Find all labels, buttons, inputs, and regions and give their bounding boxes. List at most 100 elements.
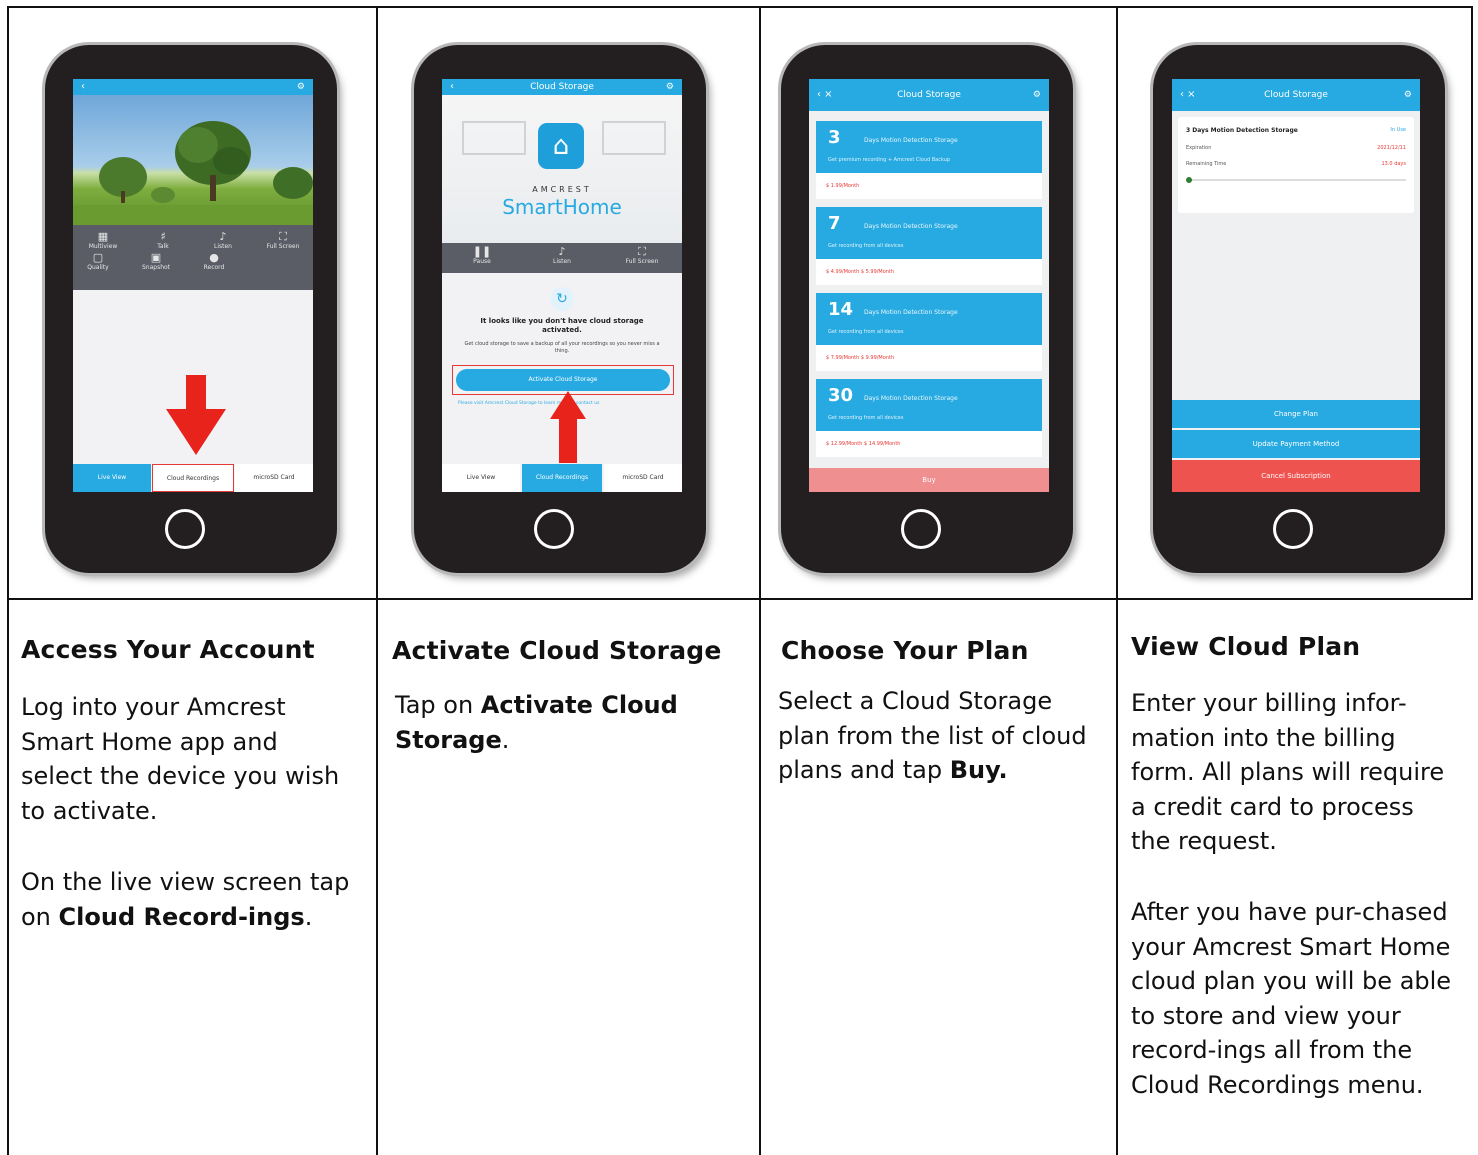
phone-screen-4: ‹ × Cloud Storage ⚙ 3 Days Motion Detect… [1172,79,1420,492]
plan-header: 3 Days Motion Detection Storage Get prem… [816,121,1042,173]
phone-screen-1: ‹ ⚙ ▦ Multiview ♯ Talk ♪ Listen ⛶ Full S… [73,79,313,492]
step-4-paragraph-2: After you have pur-chased your Amcrest S… [1131,898,1452,1099]
tab-microsd-card[interactable]: microSD Card [604,464,682,492]
change-plan-button[interactable]: Change Plan [1172,400,1420,428]
record-button[interactable]: ● Record [189,251,239,272]
phone-mockup-2: ‹ Cloud Storage ⚙ ⌂ AMCREST SmartHome ❚❚… [414,45,706,573]
column-divider [759,6,761,1155]
app-top-bar: ‹ × Cloud Storage ⚙ [1172,79,1420,111]
no-cloud-subtext: Get cloud storage to save a backup of al… [464,341,660,354]
row-divider [7,598,1473,600]
plan-card-30-days[interactable]: 30 Days Motion Detection Storage Get rec… [816,379,1042,457]
step-1-heading: Access Your Account [21,635,315,664]
brand-name: AMCREST [532,185,592,194]
active-plan-card: 3 Days Motion Detection Storage In Use E… [1178,117,1414,213]
update-payment-method-button[interactable]: Update Payment Method [1172,430,1420,458]
step-2-paragraph: Tap on Activate Cloud Storage. [395,691,678,754]
screen-title: Cloud Storage [897,90,961,100]
amcrest-app-logo-icon: ⌂ [538,123,584,169]
remaining-label: Remaining Time [1186,161,1227,167]
plan-card-14-days[interactable]: 14 Days Motion Detection Storage Get rec… [816,293,1042,371]
back-icon[interactable]: ‹ × [817,79,833,111]
fullscreen-icon: ⛶ [279,230,287,243]
phone-home-button [165,509,205,549]
listen-button[interactable]: ♪ Listen [537,245,587,266]
plan-price: $ 12.99/Month $ 14.99/Month [816,431,1042,457]
plan-card-7-days[interactable]: 7 Days Motion Detection Storage Get reco… [816,207,1042,285]
fullscreen-icon: ⛶ [638,245,646,258]
screen-title: Cloud Storage [1264,90,1328,100]
step-4-paragraph-1: Enter your billing infor-mation into the… [1131,689,1445,855]
plan-header: 14 Days Motion Detection Storage Get rec… [816,293,1042,345]
record-icon: ● [209,251,219,264]
tab-live-view[interactable]: Live View [442,464,520,492]
grid-icon: ▦ [97,230,109,243]
buy-button[interactable]: Buy [809,468,1049,492]
red-arrow-up-icon [550,391,586,463]
tab-cloud-recordings[interactable]: Cloud Recordings [152,464,234,492]
app-top-bar: ‹ × Cloud Storage ⚙ [809,79,1049,111]
room-background [462,121,526,155]
brand-product: SmartHome [502,195,622,219]
pause-icon: ❚❚ [472,245,492,258]
phone-mockup-3: ‹ × Cloud Storage ⚙ 3 Days Motion Detect… [781,45,1073,573]
table-right-edge [1471,6,1473,600]
tab-cloud-recordings[interactable]: Cloud Recordings [522,464,602,492]
talk-button[interactable]: ♯ Talk [138,231,188,251]
column-divider [1116,6,1118,1155]
snapshot-button[interactable]: ▣ Snapshot [131,252,181,272]
speaker-icon: ♪ [219,230,227,243]
cloud-empty-icon: ↻ [550,287,574,311]
no-cloud-message: It looks like you don't have cloud stora… [480,317,644,334]
step-1-paragraph-1: Log into your Amcrest Smart Home app and… [21,693,340,825]
activate-cloud-storage-button[interactable]: Activate Cloud Storage [456,369,670,391]
expiration-label: Expiration [1186,145,1212,151]
plan-header: 30 Days Motion Detection Storage Get rec… [816,379,1042,431]
multiview-button[interactable]: ▦ Multiview [78,230,128,251]
phone-home-button [1273,509,1313,549]
progress-knob [1186,177,1192,183]
plan-header: 7 Days Motion Detection Storage Get reco… [816,207,1042,259]
tab-microsd-card[interactable]: microSD Card [235,464,313,492]
fullscreen-button[interactable]: ⛶ Full Screen [617,245,667,266]
app-top-bar: ‹ ⚙ [73,79,313,95]
back-icon[interactable]: ‹ [450,79,454,95]
cancel-subscription-button[interactable]: Cancel Subscription [1172,460,1420,492]
column-divider [376,6,378,1155]
phone-mockup-1: ‹ ⚙ ▦ Multiview ♯ Talk ♪ Listen ⛶ Full S… [45,45,337,573]
plan-name: 3 Days Motion Detection Storage [1186,127,1298,134]
red-arrow-down-icon [166,375,226,455]
room-background [602,121,666,155]
plan-price: $ 4.99/Month $ 5.99/Month [816,259,1042,285]
camera-controls-panel: ▦ Multiview ♯ Talk ♪ Listen ⛶ Full Screen ▢ Q… [73,225,313,290]
phone-mockup-4: ‹ × Cloud Storage ⚙ 3 Days Motion Detect… [1153,45,1445,573]
app-top-bar: ‹ Cloud Storage ⚙ [442,79,682,95]
speaker-icon: ♪ [558,245,566,258]
settings-icon[interactable]: ⚙ [1033,79,1041,111]
quality-button[interactable]: ▢ Quality [73,251,123,272]
tab-live-view[interactable]: Live View [73,464,151,492]
settings-icon[interactable]: ⚙ [666,79,674,95]
step-3-heading: Choose Your Plan [781,636,1029,665]
phone-screen-3: ‹ × Cloud Storage ⚙ 3 Days Motion Detect… [809,79,1049,492]
back-icon[interactable]: ‹ [81,79,85,95]
settings-icon[interactable]: ⚙ [297,79,305,95]
hd-icon: ▢ [92,251,104,264]
pause-button[interactable]: ❚❚ Pause [457,245,507,266]
settings-icon[interactable]: ⚙ [1404,79,1412,111]
phone-home-button [534,509,574,549]
fullscreen-button[interactable]: ⛶ Full Screen [258,230,308,251]
plan-card-3-days[interactable]: 3 Days Motion Detection Storage Get prem… [816,121,1042,199]
screen-title: Cloud Storage [530,82,594,92]
tree-scene [73,121,313,225]
plan-status: In Use [1390,127,1406,133]
buy-emphasis: Buy. [949,756,1008,784]
back-icon[interactable]: ‹ × [1180,79,1196,111]
smarthome-banner: ⌂ AMCREST SmartHome [442,95,682,243]
remaining-value: 13.0 days [1381,161,1406,167]
step-1-paragraph-2: On the live view screen tap on Cloud Rec… [21,868,350,931]
phone-screen-2: ‹ Cloud Storage ⚙ ⌂ AMCREST SmartHome ❚❚… [442,79,682,492]
step-2-heading: Activate Cloud Storage [392,636,722,665]
listen-button[interactable]: ♪ Listen [198,230,248,251]
phone-home-button [901,509,941,549]
